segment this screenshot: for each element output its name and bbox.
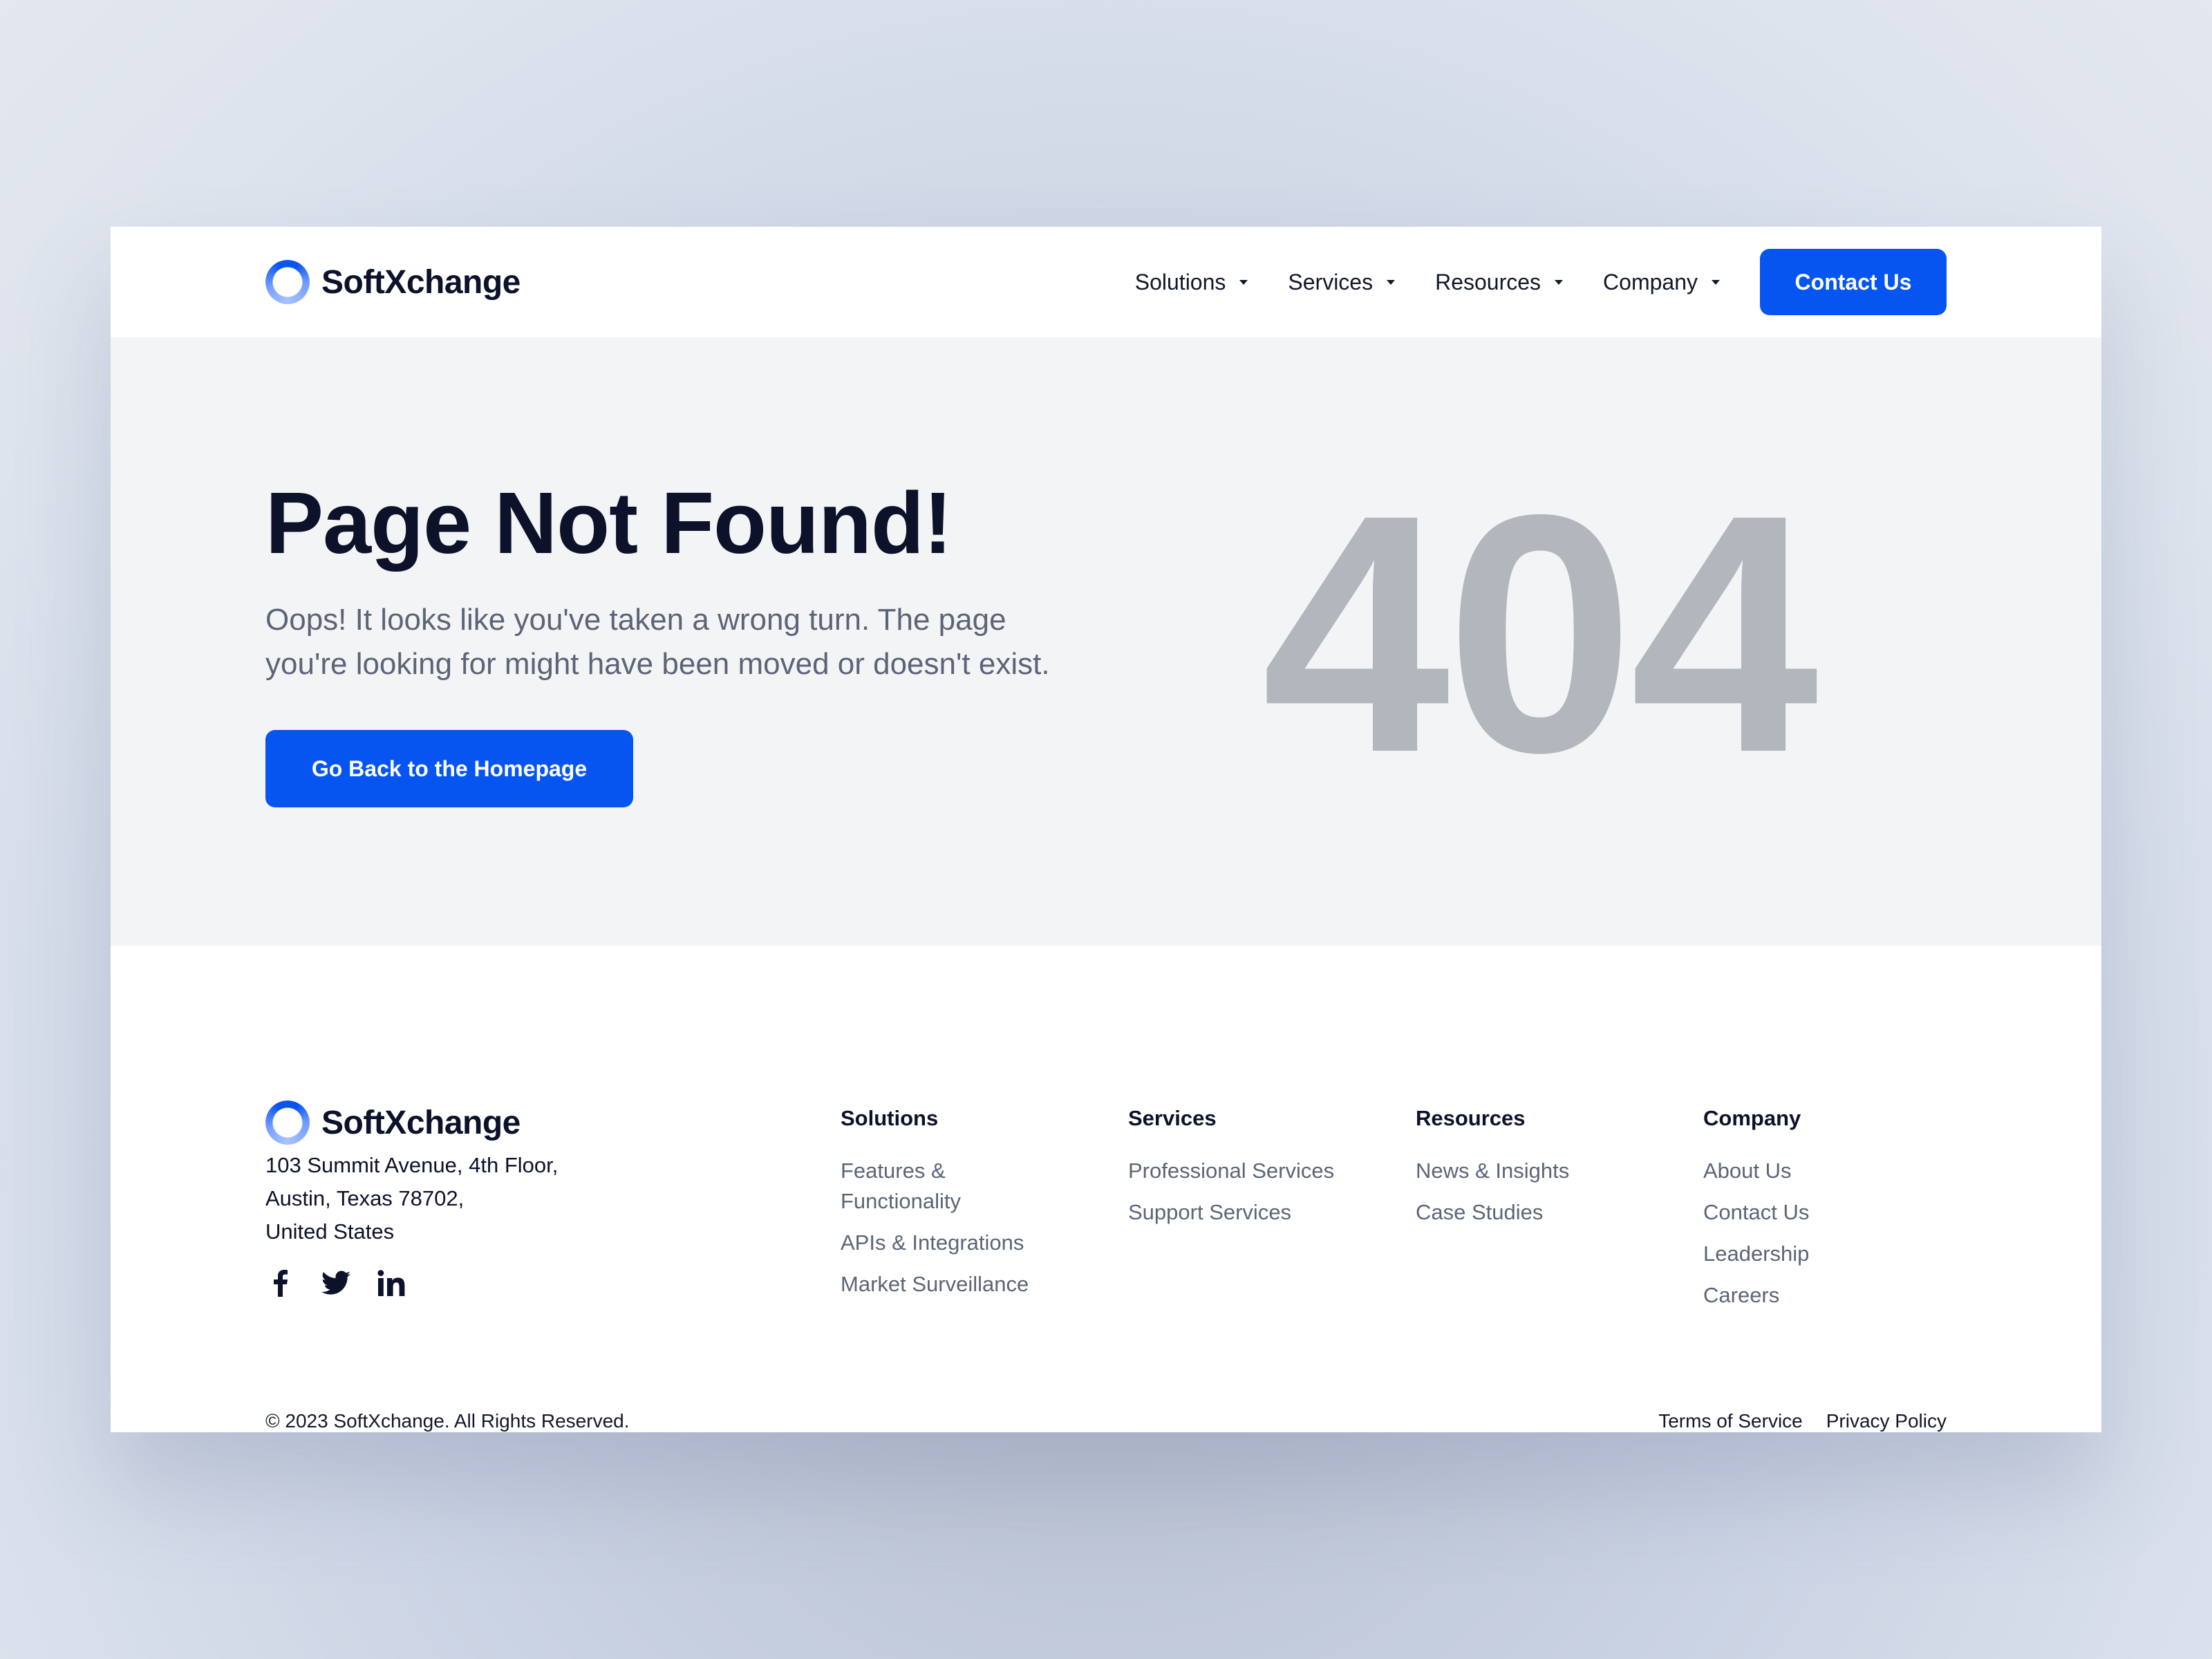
footer-column-company: Company About Us Contact Us Leadership C… xyxy=(1703,1105,1980,1322)
go-home-button[interactable]: Go Back to the Homepage xyxy=(265,730,633,807)
social-links xyxy=(265,1268,431,1298)
footer-column-resources: Resources News & Insights Case Studies xyxy=(1416,1105,1692,1239)
brand-name: SoftXchange xyxy=(321,263,521,301)
address-line: 103 Summit Avenue, 4th Floor, xyxy=(265,1153,559,1177)
contact-us-button[interactable]: Contact Us xyxy=(1760,249,1947,315)
footer-column-heading: Company xyxy=(1703,1106,1801,1130)
footer-column-solutions: Solutions Features & Functionality APIs … xyxy=(841,1105,1117,1311)
page-card: SoftXchange Solutions Services Resources… xyxy=(111,227,2101,1432)
nav-item-label: Solutions xyxy=(1134,269,1226,294)
privacy-policy-link[interactable]: Privacy Policy xyxy=(1826,1410,1947,1432)
hero-subtitle-line: you're looking for might have been moved… xyxy=(265,647,1050,681)
footer-link[interactable]: Professional Services xyxy=(1128,1156,1405,1186)
linkedin-link[interactable] xyxy=(376,1268,406,1298)
footer-link[interactable]: About Us xyxy=(1703,1156,1980,1186)
address-line: Austin, Texas 78702, xyxy=(265,1186,465,1210)
copyright-text: © 2023 SoftXchange. All Rights Reserved. xyxy=(265,1410,630,1432)
main-nav: Solutions Services Resources Company Con… xyxy=(1135,249,1947,315)
footer-link[interactable]: Market Surveillance xyxy=(841,1269,1117,1300)
caret-down-icon xyxy=(1712,279,1720,285)
hero-subtitle: Oops! It looks like you've taken a wrong… xyxy=(265,598,1109,686)
footer-column-heading: Resources xyxy=(1416,1106,1526,1130)
ring-logo-icon xyxy=(265,1100,310,1145)
footer-link[interactable]: Careers xyxy=(1703,1280,1980,1311)
footer-column-heading: Solutions xyxy=(841,1106,939,1130)
twitter-icon xyxy=(321,1271,350,1295)
nav-item-label: Resources xyxy=(1435,269,1541,294)
linkedin-icon xyxy=(377,1270,405,1296)
brand-name: SoftXchange xyxy=(321,1104,521,1141)
footer-link[interactable]: Contact Us xyxy=(1703,1197,1980,1228)
footer-link[interactable]: Features & Functionality xyxy=(841,1156,1000,1217)
caret-down-icon xyxy=(1555,279,1564,285)
facebook-link[interactable] xyxy=(265,1268,296,1298)
nav-item-resources[interactable]: Resources xyxy=(1435,269,1564,295)
facebook-icon xyxy=(274,1270,288,1297)
caret-down-icon xyxy=(1387,279,1396,285)
address-line: United States xyxy=(265,1219,395,1244)
ring-logo-icon xyxy=(265,260,310,304)
site-footer: SoftXchange 103 Summit Avenue, 4th Floor… xyxy=(111,946,2101,1432)
nav-item-company[interactable]: Company xyxy=(1603,270,1720,295)
twitter-link[interactable] xyxy=(321,1268,351,1298)
nav-item-label: Company xyxy=(1603,269,1698,294)
footer-column-heading: Services xyxy=(1128,1106,1217,1130)
hero-subtitle-line: Oops! It looks like you've taken a wrong… xyxy=(265,603,1006,637)
site-header: SoftXchange Solutions Services Resources… xyxy=(111,227,2101,337)
header-logo[interactable]: SoftXchange xyxy=(265,259,521,306)
company-address: 103 Summit Avenue, 4th Floor, Austin, Te… xyxy=(265,1149,558,1248)
legal-links: Terms of Service Privacy Policy xyxy=(1635,1410,1947,1432)
footer-logo[interactable]: SoftXchange xyxy=(265,1099,521,1146)
terms-of-service-link[interactable]: Terms of Service xyxy=(1658,1410,1803,1432)
footer-link[interactable]: Support Services xyxy=(1128,1197,1405,1228)
nav-item-solutions[interactable]: Solutions xyxy=(1135,270,1248,295)
nav-item-services[interactable]: Services xyxy=(1288,269,1396,295)
footer-link[interactable]: APIs & Integrations xyxy=(841,1228,1117,1258)
page-title: Page Not Found! xyxy=(265,474,953,572)
nav-item-label: Services xyxy=(1288,269,1374,294)
caret-down-icon xyxy=(1239,279,1248,285)
footer-column-services: Services Professional Services Support S… xyxy=(1128,1105,1405,1239)
footer-link[interactable]: Leadership xyxy=(1703,1239,1980,1269)
hero-section: Page Not Found! Oops! It looks like you'… xyxy=(111,337,2101,946)
footer-link[interactable]: Case Studies xyxy=(1416,1197,1692,1228)
error-code-404: 404 xyxy=(1262,444,1819,823)
footer-link[interactable]: News & Insights xyxy=(1416,1156,1692,1186)
